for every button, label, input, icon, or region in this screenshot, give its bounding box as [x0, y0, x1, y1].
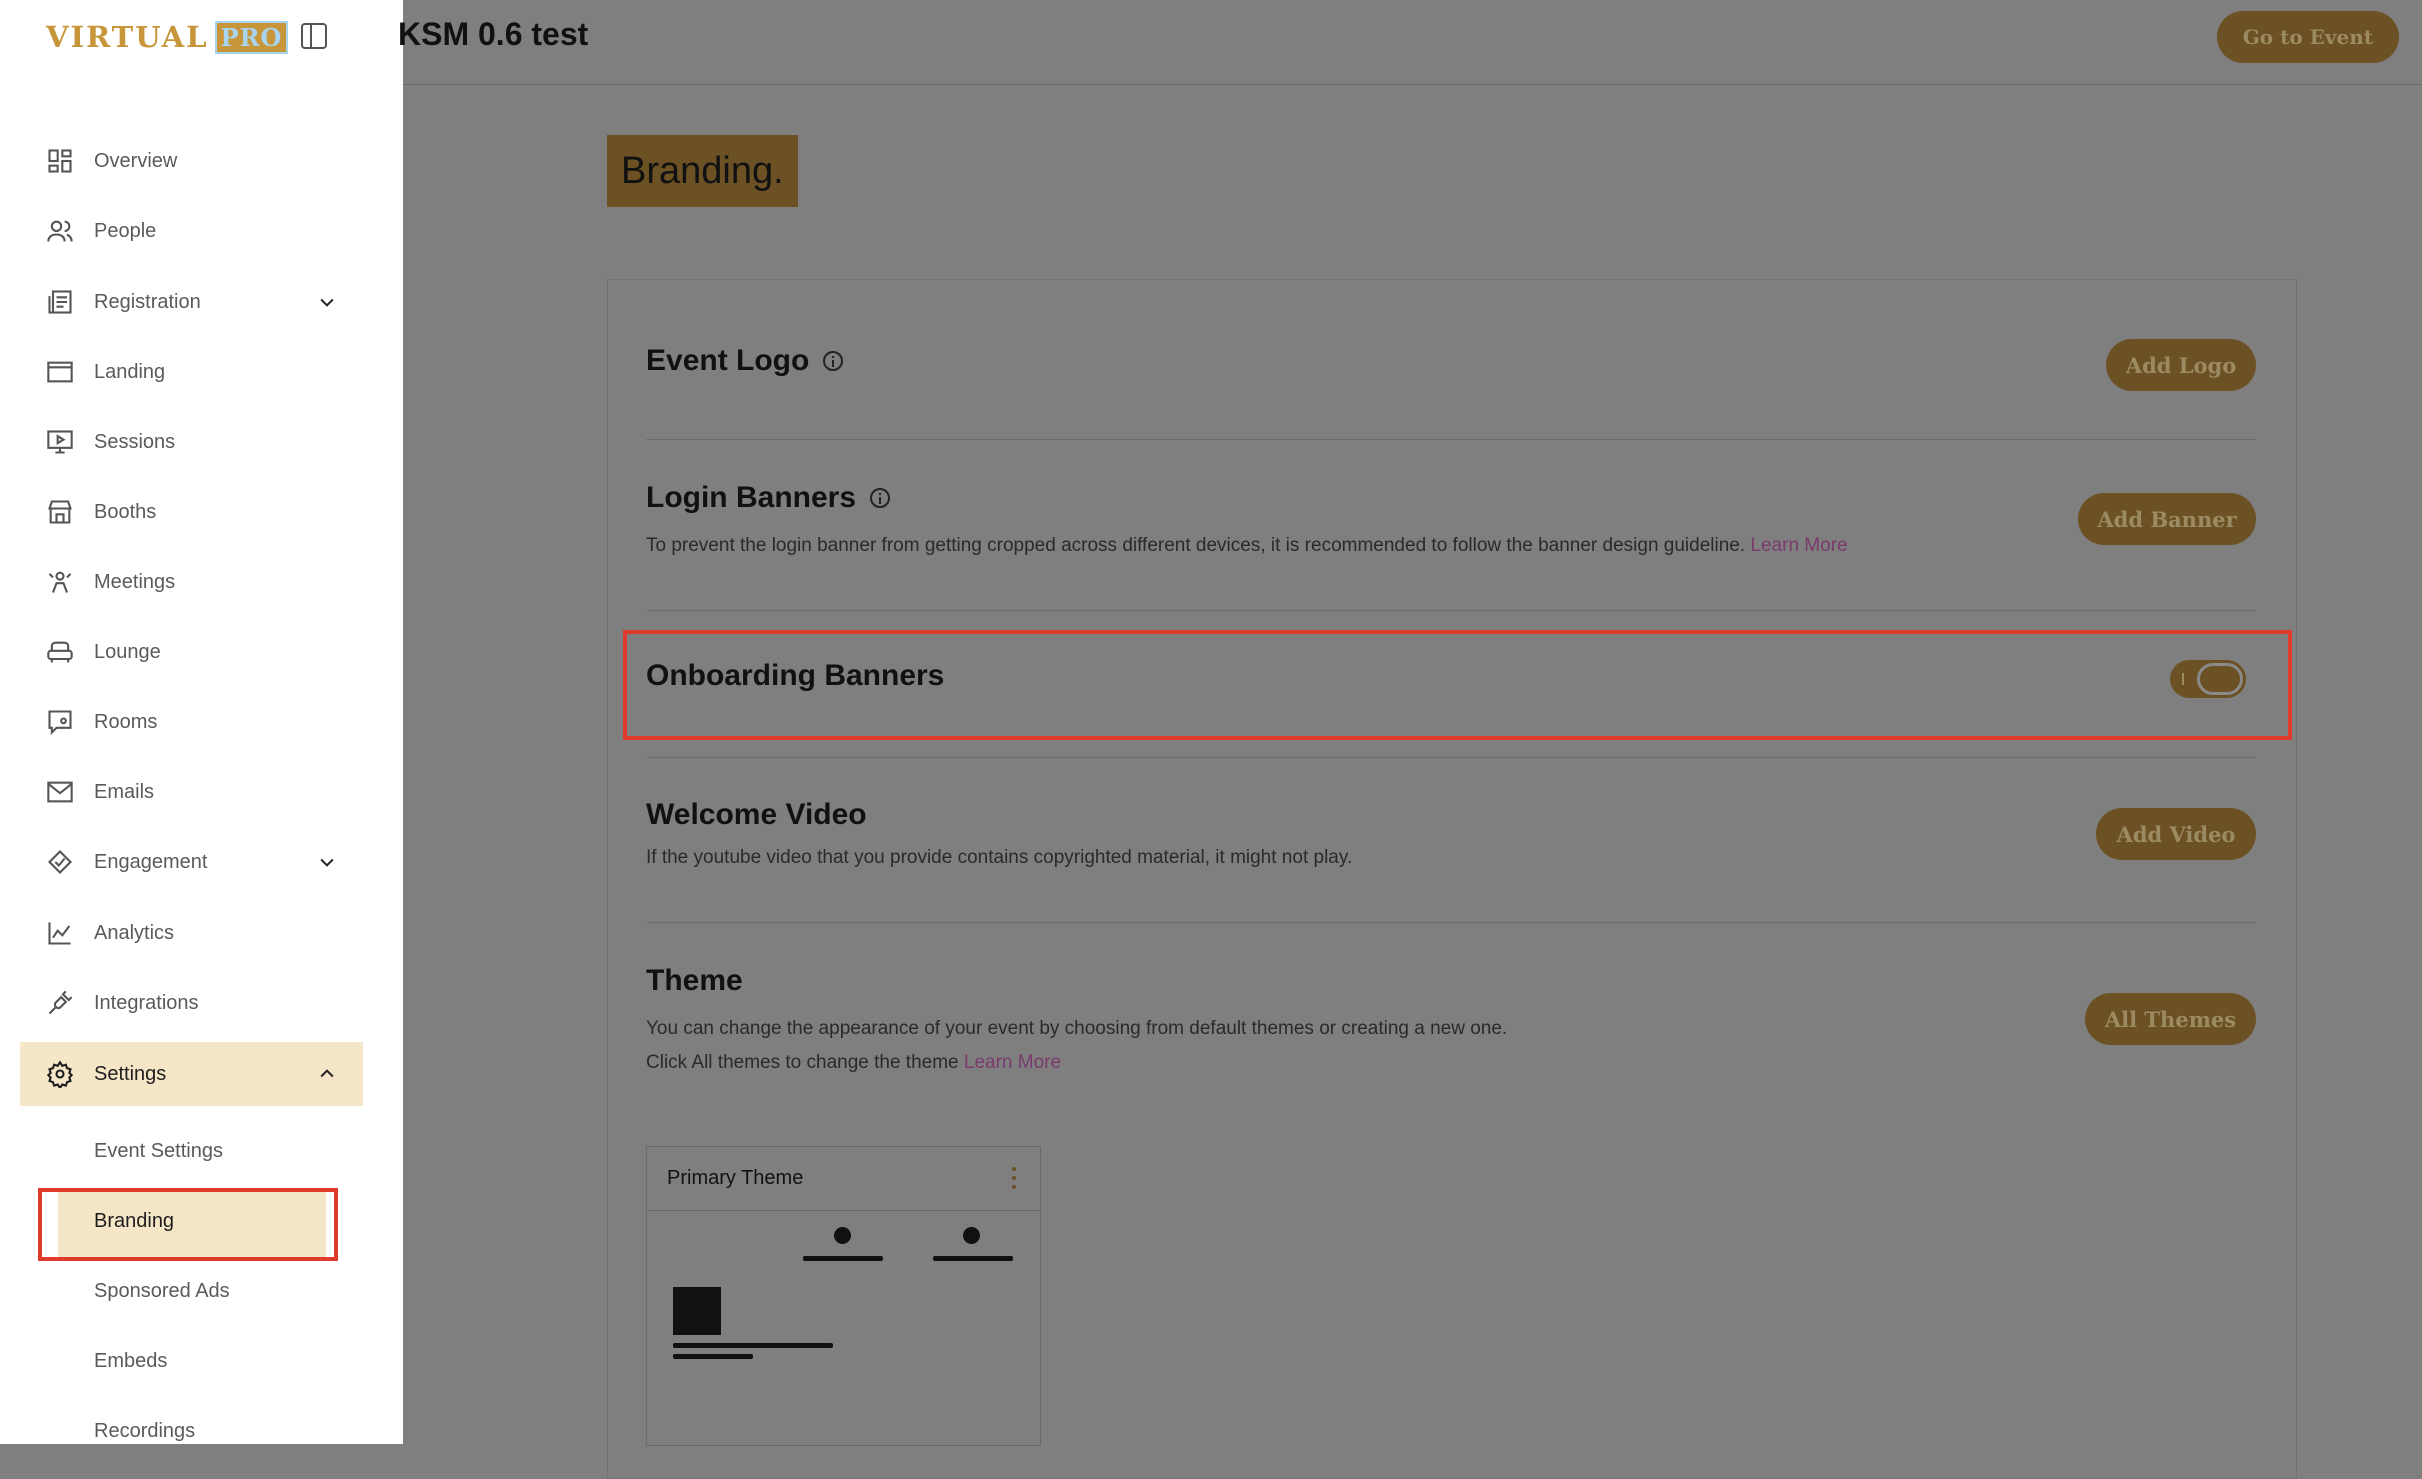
divider [646, 922, 2256, 923]
go-to-event-button[interactable]: Go to Event [2216, 11, 2399, 63]
preview-line [673, 1354, 753, 1359]
theme-description-line1: You can change the appearance of your ev… [646, 1018, 1508, 1039]
onboarding-banners-title: Onboarding Banners [646, 659, 945, 692]
preview-line [933, 1256, 1013, 1261]
login-banners-desc-text: To prevent the login banner from getting… [646, 535, 1746, 556]
sidebar-item-label: Rooms [94, 710, 158, 733]
registration-icon [46, 288, 74, 316]
toggle-on-indicator [2182, 673, 2184, 685]
sidebar-item-label: Landing [94, 360, 166, 383]
toggle-knob [2197, 663, 2243, 695]
theme-desc-text: Click All themes to change the theme [646, 1052, 959, 1073]
sidebar-item-people[interactable]: People [20, 199, 363, 263]
sidebar-item-landing[interactable]: Landing [20, 340, 363, 404]
analytics-icon [46, 919, 74, 947]
login-banners-description: To prevent the login banner from getting… [646, 535, 1848, 557]
mail-icon [46, 778, 74, 806]
learn-more-link[interactable]: Learn More [1750, 535, 1847, 556]
theme-description-line2: Click All themes to change the theme Lea… [646, 1052, 1061, 1074]
plug-icon [46, 989, 74, 1017]
sidebar-item-label: Registration [94, 290, 201, 313]
sidebar-subitem-recordings[interactable]: Recordings [94, 1411, 195, 1444]
sidebar-item-analytics[interactable]: Analytics [20, 901, 363, 965]
onboarding-banners-toggle[interactable] [2170, 660, 2246, 698]
info-icon[interactable] [870, 488, 891, 508]
divider [646, 439, 2256, 440]
theme-card[interactable]: Primary Theme [646, 1146, 1041, 1446]
logo-badge: PRO [214, 20, 289, 54]
preview-dot [963, 1227, 980, 1244]
sidebar-item-overview[interactable]: Overview [20, 129, 363, 193]
chevron-up-icon[interactable] [317, 1064, 337, 1084]
add-banner-button[interactable]: Add Banner [2078, 493, 2256, 545]
sidebar-item-label: Lounge [94, 640, 161, 663]
theme-card-header: Primary Theme [647, 1147, 1040, 1211]
app-logo[interactable]: VIRTUAL PRO [46, 20, 289, 54]
sidebar-item-label: Sessions [94, 430, 176, 453]
highlight-branding-box [38, 1188, 338, 1261]
sidebar: VIRTUAL PRO Overview People Registration… [0, 0, 403, 1444]
event-logo-title-text: Event Logo [646, 344, 810, 377]
preview-dot [834, 1227, 851, 1244]
sidebar-item-label: Emails [94, 780, 155, 803]
learn-more-link[interactable]: Learn More [964, 1052, 1061, 1073]
divider [646, 610, 2256, 611]
rooms-icon [46, 708, 74, 736]
login-banners-title: Login Banners [646, 481, 891, 515]
top-bar: KSM 0.6 test Go to Event [398, 0, 2422, 85]
sidebar-subitem-sponsored-ads[interactable]: Sponsored Ads [94, 1271, 230, 1311]
sidebar-item-label: Booths [94, 500, 157, 523]
landing-icon [46, 358, 74, 386]
divider [646, 757, 2256, 758]
welcome-video-title: Welcome Video [646, 798, 867, 831]
sidebar-subitem-event-settings[interactable]: Event Settings [94, 1131, 223, 1171]
add-video-button[interactable]: Add Video [2096, 808, 2256, 860]
sidebar-item-emails[interactable]: Emails [20, 760, 363, 824]
preview-block [673, 1287, 721, 1335]
gear-icon [46, 1060, 74, 1088]
sidebar-item-label: Overview [94, 149, 178, 172]
sidebar-item-label: Settings [94, 1062, 167, 1085]
sessions-icon [46, 428, 74, 456]
meetings-icon [46, 568, 74, 596]
sidebar-item-label: Analytics [94, 921, 175, 944]
welcome-video-description: If the youtube video that you provide co… [646, 847, 1353, 868]
sidebar-item-label: Integrations [94, 991, 199, 1014]
sidebar-item-integrations[interactable]: Integrations [20, 971, 363, 1035]
sidebar-item-label: Meetings [94, 570, 176, 593]
login-banners-title-text: Login Banners [646, 481, 857, 514]
sidebar-subitem-embeds[interactable]: Embeds [94, 1341, 167, 1381]
sidebar-item-booths[interactable]: Booths [20, 480, 363, 544]
all-themes-button[interactable]: All Themes [2085, 993, 2256, 1045]
preview-line [673, 1343, 833, 1348]
event-title: KSM 0.6 test [398, 16, 589, 52]
sidebar-item-label: Engagement [94, 850, 208, 873]
people-icon [46, 217, 74, 245]
sidebar-item-lounge[interactable]: Lounge [20, 620, 363, 684]
theme-name: Primary Theme [667, 1167, 804, 1189]
sidebar-item-sessions[interactable]: Sessions [20, 410, 363, 474]
booth-icon [46, 498, 74, 526]
sidebar-item-meetings[interactable]: Meetings [20, 550, 363, 614]
engagement-icon [46, 848, 74, 876]
theme-title: Theme [646, 964, 743, 997]
info-icon[interactable] [823, 351, 844, 371]
page-title: Branding. [607, 135, 798, 207]
event-logo-title: Event Logo [646, 344, 844, 378]
more-options-icon[interactable] [1012, 1167, 1018, 1191]
sidebar-item-label: People [94, 219, 157, 242]
sidebar-item-rooms[interactable]: Rooms [20, 690, 363, 754]
chevron-down-icon[interactable] [317, 852, 337, 872]
logo-text: VIRTUAL [46, 20, 209, 54]
sidebar-item-engagement[interactable]: Engagement [20, 830, 363, 894]
add-logo-button[interactable]: Add Logo [2106, 339, 2256, 391]
sidebar-item-settings[interactable]: Settings [20, 1042, 363, 1106]
grid-icon [46, 147, 74, 175]
lounge-icon [46, 638, 74, 666]
preview-line [803, 1256, 883, 1261]
sidebar-item-registration[interactable]: Registration [20, 270, 363, 334]
sidebar-collapse-icon[interactable] [301, 23, 327, 49]
chevron-down-icon[interactable] [317, 292, 337, 312]
